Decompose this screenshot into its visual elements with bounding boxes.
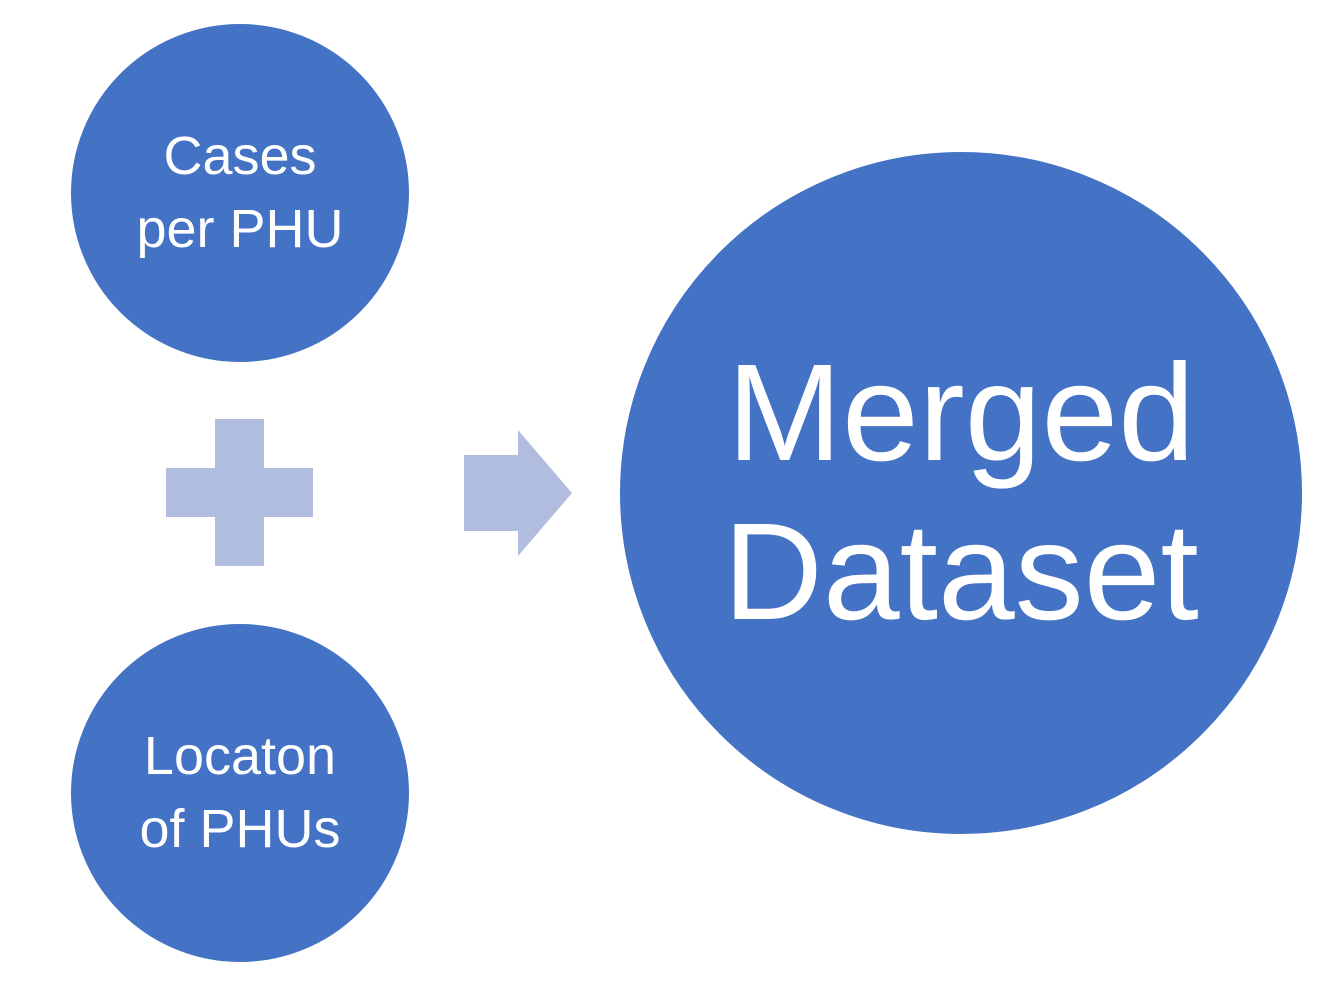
- cases-line-1: Cases: [163, 125, 317, 186]
- location-line-1: Locaton: [143, 725, 337, 786]
- merged-line-2: Dataset: [723, 495, 1199, 649]
- merged-line-1: Merged: [727, 336, 1195, 491]
- cases-line-2: per PHU: [136, 199, 344, 259]
- plus-icon: [166, 419, 313, 566]
- cases-per-phu-node: Cases per PHU: [69, 22, 411, 364]
- location-of-phus-label: Locaton of PHUs: [119, 720, 360, 867]
- location-of-phus-node: Locaton of PHUs: [69, 622, 411, 964]
- merged-dataset-label: Merged Dataset: [703, 334, 1219, 651]
- merged-dataset-node: Merged Dataset: [618, 150, 1304, 836]
- location-line-2: of PHUs: [139, 799, 341, 859]
- arrow-right-icon: [464, 430, 572, 556]
- arrow-shape: [464, 430, 572, 556]
- diagram-canvas: Cases per PHU Locaton of PHUs Merged Dat…: [0, 0, 1330, 1001]
- plus-shape: [166, 419, 313, 566]
- cases-per-phu-label: Cases per PHU: [116, 120, 363, 267]
